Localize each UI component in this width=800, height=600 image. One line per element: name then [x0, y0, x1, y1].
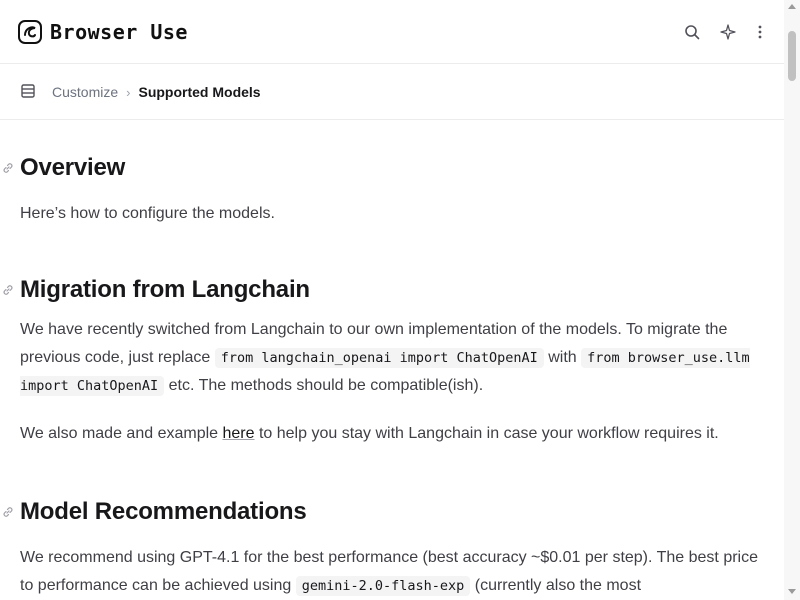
- migration-section: Migration from Langchain: [3, 276, 310, 304]
- example-here-link[interactable]: here: [222, 425, 254, 442]
- menu-icon: [21, 84, 35, 98]
- link-icon: [3, 285, 13, 295]
- recommendations-paragraph: We recommend using GPT-4.1 for the best …: [20, 544, 770, 600]
- recommendations-anchor-link[interactable]: [0, 502, 16, 522]
- browser-use-logo-icon: [18, 20, 42, 44]
- migration-paragraph: We have recently switched from Langchain…: [20, 316, 770, 400]
- example-paragraph: We also made and example here to help yo…: [20, 420, 780, 448]
- overview-text: Here’s how to configure the models.: [20, 205, 275, 222]
- browser-use-logo[interactable]: Browser Use: [18, 19, 188, 45]
- migration-anchor-link[interactable]: [0, 280, 16, 300]
- code-langchain-import: from langchain_openai import ChatOpenAI: [214, 348, 544, 368]
- example-text-2: to help you stay with Langchain in case …: [254, 425, 719, 442]
- recommendations-section: Model Recommendations: [3, 498, 307, 526]
- recommendations-heading: Model Recommendations: [20, 498, 307, 525]
- search-icon: [685, 25, 700, 40]
- migration-heading: Migration from Langchain: [20, 276, 310, 303]
- recommendations-text-2: (currently also the most: [470, 577, 642, 594]
- link-icon: [3, 507, 13, 517]
- overview-section: Overview: [3, 154, 126, 182]
- migration-text-3: etc. The methods should be compatible(is…: [164, 377, 484, 394]
- more-options-button[interactable]: [745, 17, 775, 47]
- scroll-down-arrow-icon[interactable]: [788, 589, 796, 594]
- overview-anchor-link[interactable]: [0, 158, 16, 178]
- breadcrumb-separator: ›: [126, 84, 131, 100]
- ask-ai-button[interactable]: [713, 17, 743, 47]
- top-navbar: Browser Use: [0, 0, 784, 64]
- breadcrumb: Customize › Supported Models: [52, 80, 261, 104]
- breadcrumb-parent[interactable]: Customize: [52, 84, 118, 100]
- migration-text-2: with: [543, 349, 582, 366]
- link-icon: [3, 163, 13, 173]
- example-text-1: We also made and example: [20, 425, 223, 442]
- logo-text: Browser Use: [50, 20, 188, 44]
- more-vertical-icon: [758, 25, 762, 39]
- scrollbar-thumb[interactable]: [788, 31, 796, 81]
- overview-heading: Overview: [20, 154, 126, 181]
- sparkle-icon: [720, 24, 736, 40]
- search-button[interactable]: [677, 17, 707, 47]
- scroll-up-arrow-icon[interactable]: [788, 4, 796, 9]
- breadcrumb-current[interactable]: Supported Models: [138, 84, 260, 100]
- code-gemini-model: gemini-2.0-flash-exp: [295, 576, 471, 596]
- page-scrollbar[interactable]: [784, 0, 800, 600]
- sidebar-toggle-button[interactable]: [18, 81, 38, 101]
